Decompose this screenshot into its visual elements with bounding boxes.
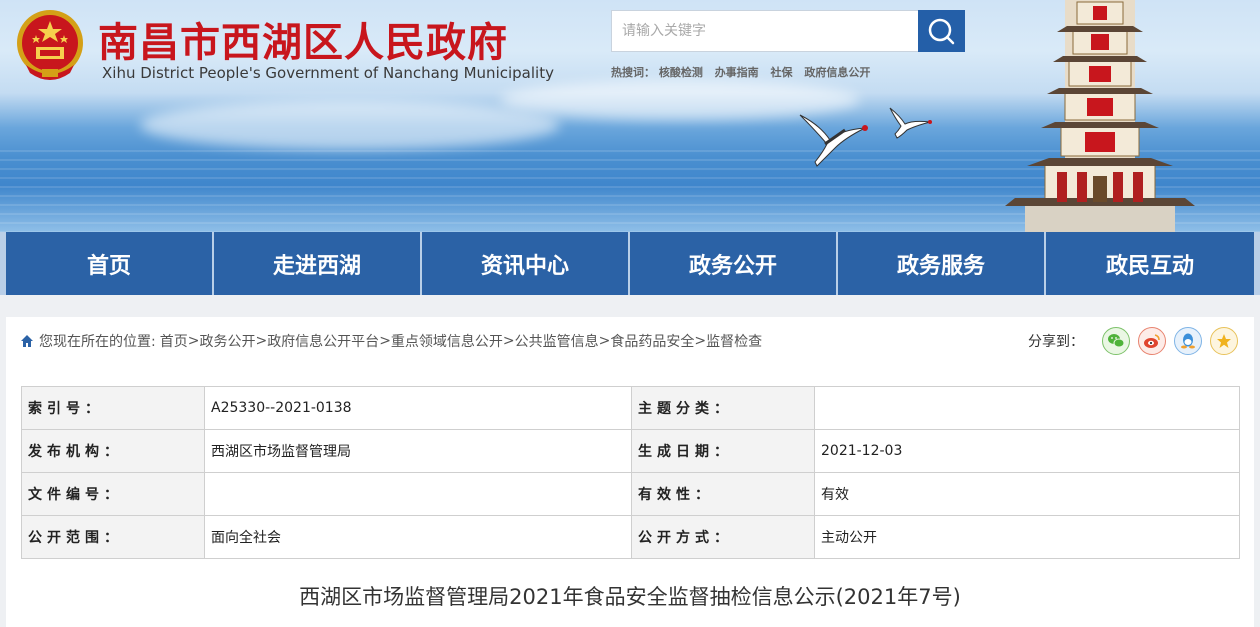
hot-search-label: 热搜词： — [611, 66, 655, 79]
hot-word-link[interactable]: 社保 — [771, 66, 793, 79]
meta-value: 有效 — [814, 472, 1240, 516]
meta-value: 西湖区市场监督管理局 — [204, 429, 632, 473]
meta-value: 2021-12-03 — [814, 429, 1240, 473]
article-title: 西湖区市场监督管理局2021年食品安全监督抽检信息公示(2021年7号) — [299, 585, 961, 609]
breadcrumb-item[interactable]: 政务公开 — [199, 331, 255, 351]
national-emblem-icon — [17, 10, 83, 80]
table-row: 发布机构： 西湖区市场监督管理局 生成日期： 2021-12-03 — [21, 429, 1240, 473]
qq-icon — [1181, 333, 1195, 349]
breadcrumb-item[interactable]: 政府信息公开平台 — [267, 331, 379, 351]
meta-label: 生成日期： — [631, 429, 815, 473]
cranes-illustration — [799, 107, 932, 167]
nav-item-public-interaction[interactable]: 政民互动 — [1046, 232, 1260, 295]
home-icon — [21, 335, 33, 347]
meta-value — [204, 472, 632, 516]
breadcrumb-item[interactable]: 食品药品安全 — [610, 331, 694, 351]
breadcrumb-prefix: 您现在所在的位置: — [39, 334, 156, 350]
table-row: 公开范围： 面向全社会 公开方式： 主动公开 — [21, 515, 1240, 559]
table-row: 索引号： A25330--2021-0138 主题分类： — [21, 386, 1240, 430]
site-subtitle: Xihu District People's Government of Nan… — [102, 64, 554, 82]
share-label: 分享到： — [1028, 334, 1084, 350]
table-row: 文件编号： 有效性： 有效 — [21, 472, 1240, 516]
nav-item-government-services[interactable]: 政务服务 — [838, 232, 1046, 295]
meta-value — [814, 386, 1240, 430]
hot-word-link[interactable]: 政府信息公开 — [804, 66, 870, 79]
content-panel: 您现在所在的位置: 首页 > 政务公开 > 政府信息公开平台 > 重点领域信息公… — [6, 317, 1254, 627]
share-weibo-button[interactable] — [1138, 327, 1166, 355]
meta-label: 发布机构： — [21, 429, 205, 473]
meta-label: 公开方式： — [631, 515, 815, 559]
search-input[interactable] — [611, 10, 919, 52]
meta-value: 主动公开 — [814, 515, 1240, 559]
meta-value: 面向全社会 — [204, 515, 632, 559]
nav-item-about-xihu[interactable]: 走进西湖 — [214, 232, 422, 295]
breadcrumb-separator: > — [255, 333, 268, 349]
main-nav: 首页 走进西湖 资讯中心 政务公开 政务服务 政民互动 — [0, 232, 1260, 295]
site-title: 南昌市西湖区人民政府 — [98, 19, 508, 66]
document-meta-table: 索引号： A25330--2021-0138 主题分类： 发布机构： 西湖区市场… — [21, 386, 1240, 559]
hot-word-link[interactable]: 办事指南 — [715, 66, 759, 79]
meta-label: 主题分类： — [631, 386, 815, 430]
breadcrumb-item[interactable]: 监督检查 — [706, 331, 762, 351]
weibo-icon — [1144, 334, 1160, 348]
meta-value: A25330--2021-0138 — [204, 386, 632, 430]
meta-label: 索引号： — [21, 386, 205, 430]
breadcrumb: 您现在所在的位置: 首页 > 政务公开 > 政府信息公开平台 > 重点领域信息公… — [20, 331, 762, 351]
share-favorite-button[interactable] — [1210, 327, 1238, 355]
share-bar: 分享到： — [1028, 327, 1238, 355]
hot-word-link[interactable]: 核酸检测 — [659, 66, 703, 79]
meta-label: 公开范围： — [21, 515, 205, 559]
breadcrumb-separator: > — [502, 333, 515, 349]
hot-search-words: 热搜词： 核酸检测 办事指南 社保 政府信息公开 — [611, 64, 878, 80]
search-icon — [928, 18, 955, 45]
wechat-icon — [1108, 334, 1125, 348]
share-qq-button[interactable] — [1174, 327, 1202, 355]
breadcrumb-separator: > — [694, 333, 707, 349]
breadcrumb-item[interactable]: 公共监管信息 — [515, 331, 599, 351]
star-icon — [1217, 334, 1231, 348]
nav-item-government-affairs[interactable]: 政务公开 — [630, 232, 838, 295]
banner-cloud — [140, 100, 560, 150]
breadcrumb-separator: > — [598, 333, 611, 349]
nav-item-news-center[interactable]: 资讯中心 — [422, 232, 630, 295]
breadcrumb-separator: > — [379, 333, 391, 349]
search-button[interactable] — [918, 10, 965, 52]
nav-item-home[interactable]: 首页 — [0, 232, 214, 295]
share-wechat-button[interactable] — [1102, 327, 1130, 355]
breadcrumb-item[interactable]: 首页 — [160, 331, 188, 351]
meta-label: 有效性： — [631, 472, 815, 516]
breadcrumb-separator: > — [187, 333, 200, 349]
pagoda-illustration — [1005, 0, 1195, 232]
header-banner: 南昌市西湖区人民政府 Xihu District People's Govern… — [0, 0, 1260, 232]
meta-label: 文件编号： — [21, 472, 205, 516]
breadcrumb-item[interactable]: 重点领域信息公开 — [391, 331, 503, 351]
